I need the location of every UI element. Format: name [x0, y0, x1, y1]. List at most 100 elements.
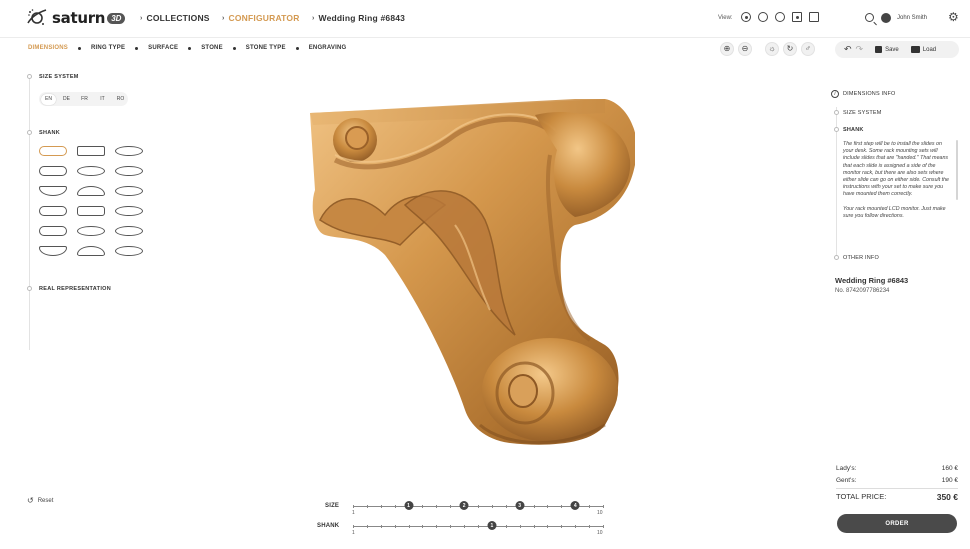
- chevron-right-icon: ›: [140, 14, 143, 22]
- step-surface[interactable]: SURFACE: [148, 45, 178, 51]
- gender-icon[interactable]: ♂: [801, 42, 815, 56]
- reset-button[interactable]: ↺ Reset: [27, 496, 53, 505]
- load-button[interactable]: Load: [923, 47, 936, 53]
- reset-label: Reset: [37, 497, 54, 504]
- 3d-viewer[interactable]: [305, 95, 638, 455]
- size-system-selector: EN DE FR IT RO: [39, 92, 128, 106]
- step-separator: [188, 46, 192, 50]
- shank-slider-tick: [533, 525, 535, 528]
- shank-option[interactable]: [39, 226, 67, 236]
- view-clock-icon[interactable]: [758, 12, 768, 22]
- zoom-out-icon[interactable]: ⊖: [738, 42, 752, 56]
- size-slider-tick: [394, 505, 396, 508]
- size-system-fr[interactable]: FR: [77, 94, 92, 105]
- info-shank[interactable]: SHANK: [843, 127, 864, 133]
- total-price-value: 350 €: [936, 492, 958, 502]
- step-bar: DIMENSIONS RING TYPE SURFACE STONE STONE…: [0, 38, 970, 60]
- size-slider-thumb[interactable]: 3: [515, 501, 525, 510]
- search-icon[interactable]: [865, 13, 874, 22]
- info-size-system[interactable]: SIZE SYSTEM: [843, 110, 882, 116]
- shank-option[interactable]: [115, 146, 143, 156]
- dimensions-info-title: DIMENSIONS INFO: [843, 91, 896, 97]
- step-dimensions[interactable]: DIMENSIONS: [28, 45, 68, 51]
- redo-icon[interactable]: ↷: [856, 44, 864, 55]
- size-system-it[interactable]: IT: [95, 94, 110, 105]
- description-scrollbar[interactable]: [956, 140, 958, 200]
- size-slider-thumb[interactable]: 2: [459, 501, 469, 510]
- step-separator: [78, 46, 82, 50]
- view-focus-icon[interactable]: [792, 12, 802, 22]
- save-icon: [875, 46, 883, 53]
- shank-option[interactable]: [115, 166, 143, 176]
- shank-option[interactable]: [115, 186, 143, 196]
- light-icon[interactable]: ☼: [765, 42, 779, 56]
- breadcrumb-configurator[interactable]: › CONFIGURATOR: [222, 13, 300, 23]
- rotate-icon[interactable]: ↻: [783, 42, 797, 56]
- shank-slider-tick: [450, 525, 452, 528]
- shank-slider-thumb[interactable]: 1: [487, 521, 497, 530]
- size-system-de[interactable]: DE: [59, 94, 74, 105]
- shank-option[interactable]: [115, 246, 143, 256]
- gear-icon[interactable]: ⚙: [948, 11, 959, 23]
- shank-slider-track[interactable]: 1: [353, 521, 604, 530]
- size-slider-track[interactable]: 1 2 3 4: [353, 501, 604, 510]
- undo-icon[interactable]: ↶: [844, 44, 852, 55]
- shank-option[interactable]: [77, 186, 105, 196]
- folder-icon: [910, 46, 920, 53]
- shank-slider-tick: [380, 525, 382, 528]
- shank-slider-tick: [353, 525, 354, 528]
- section-dot: [27, 286, 32, 291]
- info-other[interactable]: OTHER INFO: [843, 255, 879, 261]
- breadcrumb-product[interactable]: › Wedding Ring #6843: [312, 13, 405, 23]
- shank-slider-tick: [408, 525, 410, 528]
- shank-option[interactable]: [39, 166, 67, 176]
- save-button[interactable]: Save: [885, 47, 899, 53]
- step-stone[interactable]: STONE: [201, 45, 223, 51]
- size-system-en[interactable]: EN: [41, 93, 56, 105]
- shank-option[interactable]: [77, 206, 105, 216]
- breadcrumb-label: COLLECTIONS: [146, 13, 210, 23]
- shank-option[interactable]: [39, 246, 67, 256]
- shank-option[interactable]: [39, 186, 67, 196]
- zoom-in-icon[interactable]: ⊕: [720, 42, 734, 56]
- logo[interactable]: saturn 3D: [26, 6, 126, 30]
- breadcrumb-collections[interactable]: › COLLECTIONS: [140, 13, 210, 23]
- shank-description: The first step will be to install the sl…: [843, 141, 951, 220]
- size-slider-tick: [561, 505, 563, 508]
- size-slider-thumb[interactable]: 1: [404, 501, 414, 510]
- breadcrumb-label: CONFIGURATOR: [228, 13, 300, 23]
- section-dot: [834, 110, 839, 115]
- step-ring-type[interactable]: RING TYPE: [91, 45, 125, 51]
- view-grid-icon[interactable]: [809, 12, 819, 22]
- shank-slider-tick: [366, 525, 368, 528]
- shank-slider-tick: [464, 525, 466, 528]
- shank-option[interactable]: [77, 146, 105, 156]
- user-name[interactable]: John Smith: [897, 15, 927, 21]
- size-slider-tick: [491, 505, 493, 508]
- user-icon[interactable]: [881, 13, 891, 23]
- real-representation-title[interactable]: REAL REPRESENTATION: [39, 286, 111, 292]
- shank-slider-tick: [561, 525, 563, 528]
- shank-option[interactable]: [39, 206, 67, 216]
- view-pie-icon[interactable]: [775, 12, 785, 22]
- shank-shape-grid: [39, 146, 143, 256]
- shank-option[interactable]: [39, 146, 67, 156]
- shank-option[interactable]: [115, 226, 143, 236]
- step-engraving[interactable]: ENGRAVING: [309, 45, 347, 51]
- left-timeline: [29, 78, 30, 350]
- shank-option[interactable]: [77, 246, 105, 256]
- shank-option[interactable]: [77, 226, 105, 236]
- shank-option[interactable]: [77, 166, 105, 176]
- lady-price-row: Lady's: 160 €: [836, 465, 958, 472]
- view-3d-icon[interactable]: [741, 12, 751, 22]
- shank-option[interactable]: [115, 206, 143, 216]
- size-system-ro[interactable]: RO: [113, 94, 128, 105]
- shank-slider-tick: [505, 525, 507, 528]
- section-dot: [834, 127, 839, 132]
- step-stone-type[interactable]: STONE TYPE: [246, 45, 286, 51]
- size-slider-thumb[interactable]: 4: [570, 501, 580, 510]
- size-slider-label: SIZE: [325, 503, 340, 509]
- section-dot: [27, 130, 32, 135]
- order-button[interactable]: ORDER: [837, 514, 957, 533]
- size-slider-tick: [366, 505, 368, 508]
